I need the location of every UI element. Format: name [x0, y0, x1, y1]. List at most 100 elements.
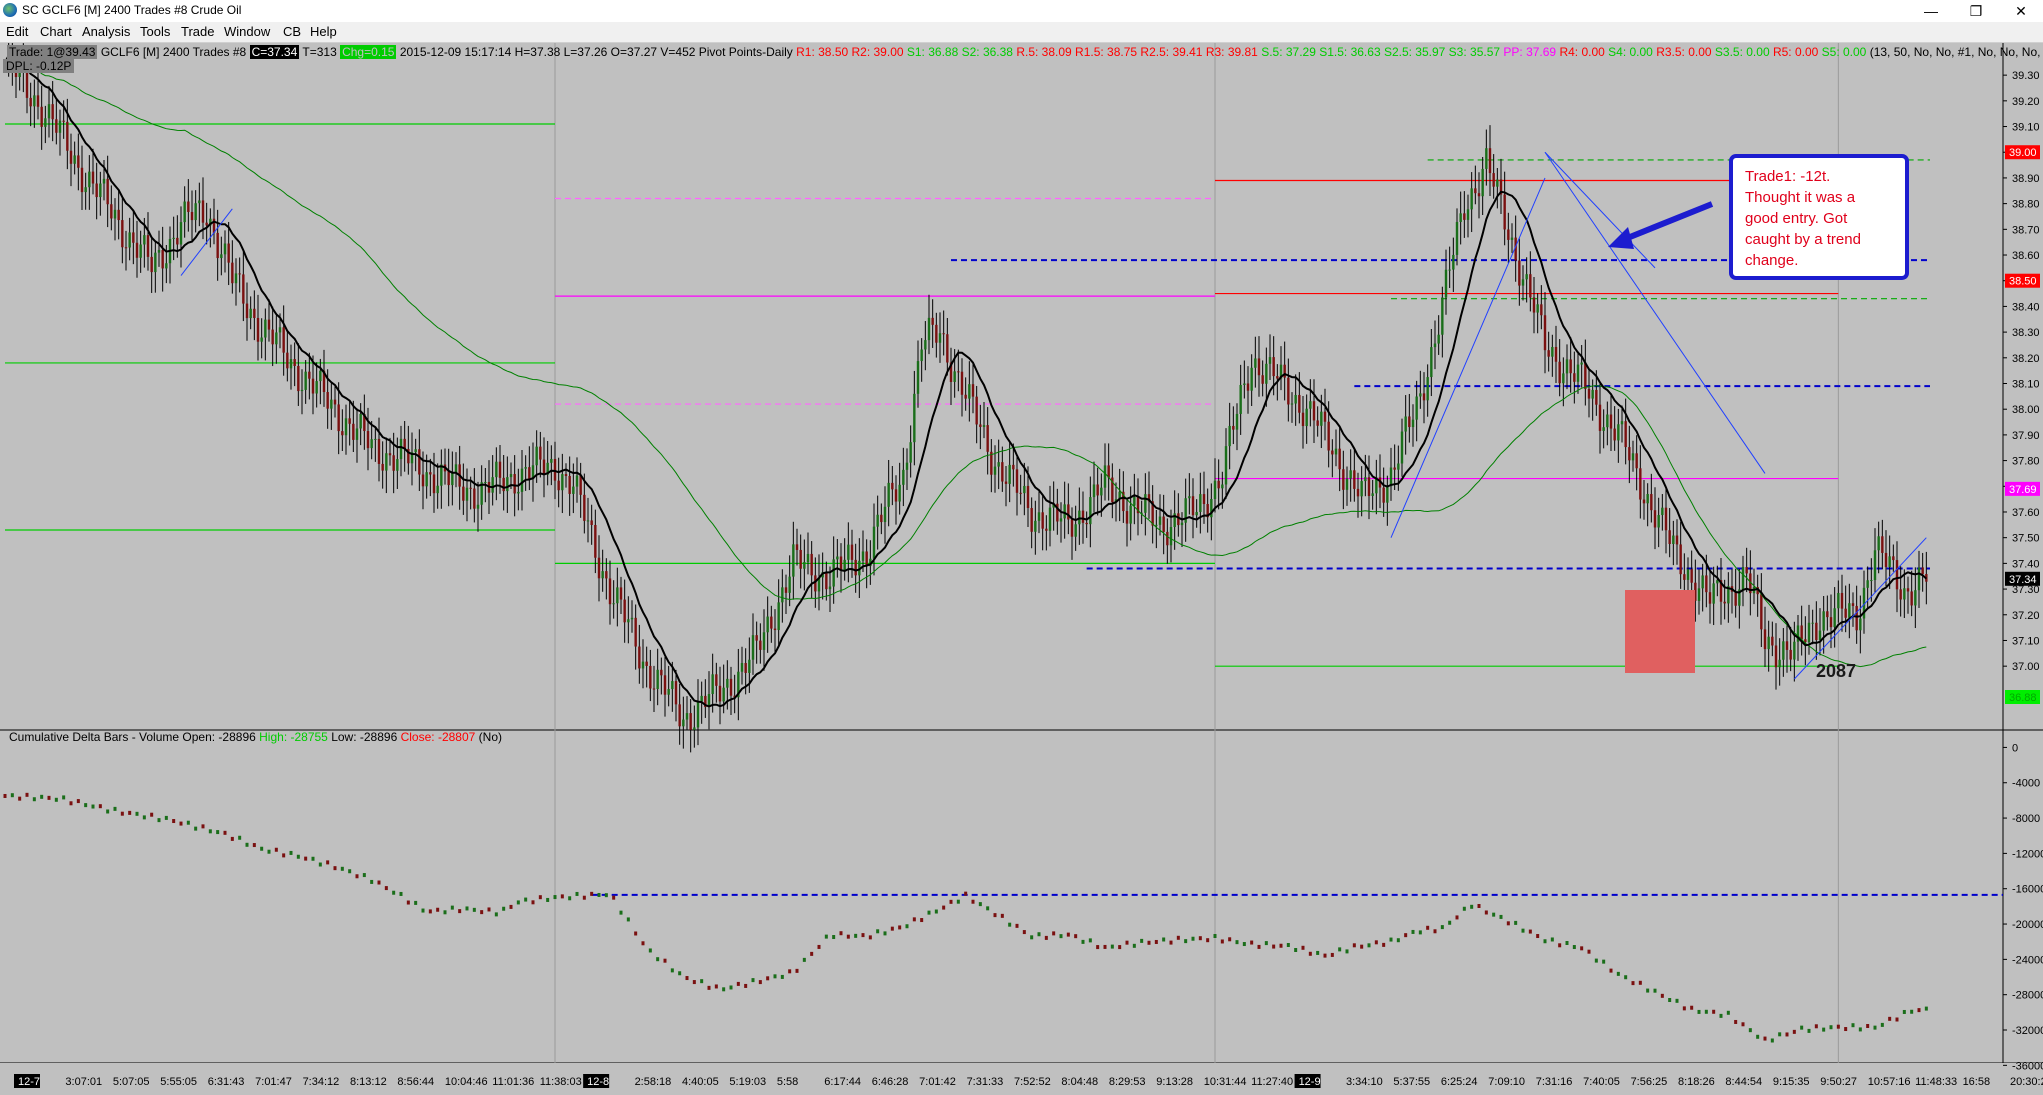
pivot-value: S2.5: 35.97 — [1383, 45, 1449, 59]
delta-bar — [1396, 938, 1400, 943]
delta-bar — [795, 968, 799, 973]
price-tick-label: 37.00 — [2012, 661, 2040, 673]
delta-bar — [1668, 998, 1672, 1003]
ma-50-line — [4, 53, 1927, 668]
delta-bar — [1521, 928, 1525, 933]
candle-body — [839, 556, 843, 571]
delta-bar — [1829, 1025, 1833, 1030]
delta-bar — [905, 924, 909, 929]
candle-body — [1048, 507, 1052, 531]
delta-tick-label: -36000 — [2012, 1060, 2043, 1072]
candle-body — [146, 235, 150, 257]
candle-body — [1741, 567, 1745, 590]
delta-bar — [414, 900, 418, 905]
delta-bar — [399, 891, 403, 896]
menu-chart[interactable]: Chart — [40, 24, 72, 39]
minimize-icon[interactable]: — — [1908, 0, 1954, 22]
candle-body — [198, 200, 201, 204]
time-label: 3:34:10 — [1346, 1076, 1383, 1088]
pivot-value: R2: 39.00 — [851, 45, 907, 59]
candle-body — [627, 619, 630, 623]
delta-bar — [487, 907, 491, 912]
candle-body — [293, 359, 296, 366]
delta-bar — [1528, 929, 1532, 934]
candle-body — [880, 514, 883, 523]
delta-bar — [1052, 931, 1056, 936]
delta-bar — [568, 896, 572, 901]
candle-body — [1023, 485, 1026, 494]
candle-body — [260, 337, 263, 342]
delta-bar — [560, 894, 564, 899]
candle-body — [579, 475, 582, 495]
delta-bar — [956, 899, 960, 904]
delta-bar — [494, 912, 498, 917]
delta-bar — [1118, 945, 1122, 950]
delta-bar — [1814, 1024, 1818, 1029]
delta-bar — [113, 806, 117, 811]
menu-tools[interactable]: Tools — [140, 24, 170, 39]
price-tick-label: 37.30 — [2012, 584, 2040, 596]
candle-body — [73, 155, 76, 164]
candle-body — [157, 249, 161, 253]
delta-bar — [1110, 944, 1114, 949]
chart-area[interactable]: 39.30 39.20 39.10 39.00 38.90 38.80 38.70 38.60… — [0, 25, 2043, 1092]
candle-body — [792, 544, 795, 577]
candle-body — [1763, 629, 1767, 650]
delta-bar — [10, 793, 14, 798]
delta-bar — [553, 895, 557, 900]
delta-bar — [766, 976, 770, 981]
candle-body — [1169, 527, 1173, 546]
delta-bar — [1712, 1009, 1716, 1014]
restore-icon[interactable]: ❐ — [1953, 0, 1999, 22]
candle-body — [1342, 469, 1345, 490]
delta-bar — [912, 917, 916, 922]
delta-bar — [1235, 940, 1239, 945]
candle-body — [1558, 361, 1561, 384]
menu-help[interactable]: Help — [310, 24, 337, 39]
delta-bar — [986, 906, 990, 911]
delta-bar — [362, 873, 366, 878]
close-icon[interactable]: ✕ — [1998, 0, 2043, 22]
menu-analysis[interactable]: Analysis — [82, 24, 130, 39]
delta-bar — [810, 951, 814, 956]
price-badge-label: 36.88 — [2009, 692, 2037, 704]
delta-bar — [32, 797, 36, 802]
menu-edit[interactable]: Edit — [6, 24, 28, 39]
menu-trade[interactable]: Trade — [181, 24, 214, 39]
candle-body — [1400, 431, 1404, 464]
delta-bar — [1807, 1028, 1811, 1033]
menu-cb[interactable]: CB — [283, 24, 301, 39]
delta-bar — [267, 849, 271, 854]
delta-bar — [1440, 925, 1444, 930]
trade-annotation-box: Trade1: -12t. Thought it was a good entr… — [1729, 154, 1909, 280]
time-label: 8:13:12 — [350, 1076, 387, 1088]
candle-body — [1723, 601, 1726, 604]
candle-body — [1642, 499, 1646, 504]
candle-body — [1063, 504, 1066, 519]
trend-line — [1793, 537, 1927, 680]
delta-tick-label: -28000 — [2012, 990, 2043, 1002]
delta-bar — [1411, 929, 1415, 934]
delta-bar — [949, 899, 953, 904]
candle-body — [583, 494, 586, 521]
delta-bar — [1470, 904, 1474, 909]
delta-bar — [384, 886, 388, 891]
candle-body — [1837, 592, 1840, 609]
candle-body — [1301, 412, 1305, 427]
delta-bar — [436, 907, 440, 912]
delta-tick-label: -4000 — [2012, 778, 2040, 790]
delta-bar — [744, 983, 748, 988]
delta-bar — [326, 860, 330, 865]
candle-body — [278, 327, 282, 333]
candle-body — [1015, 469, 1019, 493]
menu-window[interactable]: Window — [224, 24, 270, 39]
delta-bar — [846, 934, 850, 939]
candle-body — [1789, 649, 1792, 660]
candle-body — [1250, 367, 1253, 391]
candle-body — [1811, 622, 1814, 624]
window-title: SC GCLF6 [M] 2400 Trades #8 Crude Oil — [22, 3, 242, 17]
trend-line — [1544, 151, 1656, 269]
delta-bar — [296, 854, 300, 859]
delta-bar — [150, 812, 154, 817]
pivot-value: S3.5: 0.00 — [1714, 45, 1773, 59]
